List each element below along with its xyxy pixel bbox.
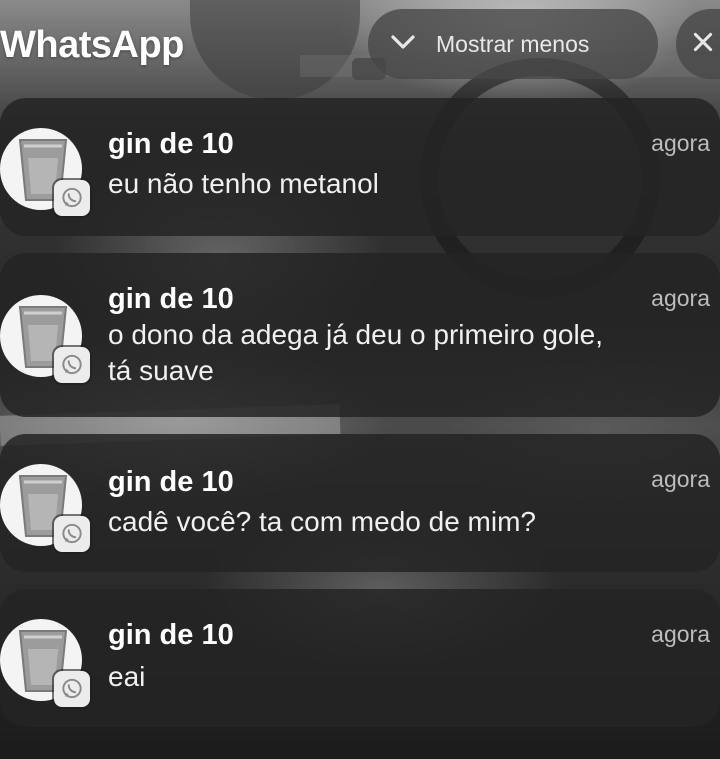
sender-name: gin de 10 (108, 619, 234, 651)
whatsapp-icon (62, 523, 82, 544)
notification-time: agora (651, 285, 710, 311)
whatsapp-badge (54, 671, 90, 707)
whatsapp-icon (62, 678, 82, 699)
notification-message-line: o dono da adega já deu o primeiro gole, (108, 319, 604, 350)
notification-card[interactable]: gin de 10 agora cadê você? ta com medo d… (0, 434, 720, 572)
notification-message-line: tá suave (108, 355, 214, 386)
notification-time: agora (651, 130, 710, 156)
notification-time: agora (651, 466, 710, 492)
notification-group-header: WhatsApp Mostrar menos (0, 0, 720, 92)
whatsapp-badge (54, 180, 90, 216)
sender-name: gin de 10 (108, 466, 234, 498)
notification-time: agora (651, 621, 710, 647)
notification-card[interactable]: gin de 10 agora eu não tenho metanol (0, 98, 720, 236)
notification-card[interactable]: gin de 10 agora eai (0, 589, 720, 727)
close-group-button[interactable] (676, 9, 720, 79)
app-title: WhatsApp (0, 24, 184, 66)
close-icon (690, 29, 716, 60)
whatsapp-badge (54, 516, 90, 552)
sender-name: gin de 10 (108, 283, 234, 315)
notification-message: eai (108, 661, 146, 692)
sender-name: gin de 10 (108, 128, 234, 160)
show-less-label: Mostrar menos (436, 30, 590, 57)
notification-message: cadê você? ta com medo de mim? (108, 506, 536, 537)
show-less-button[interactable]: Mostrar menos (368, 9, 658, 79)
whatsapp-icon (62, 354, 82, 375)
chevron-down-icon (388, 27, 418, 62)
notification-card[interactable]: gin de 10 agora o dono da adega já deu o… (0, 253, 720, 417)
whatsapp-badge (54, 347, 90, 383)
whatsapp-icon (62, 187, 82, 208)
notification-message: eu não tenho metanol (108, 168, 379, 199)
notification-message: o dono da adega já deu o primeiro gole, … (108, 317, 700, 389)
